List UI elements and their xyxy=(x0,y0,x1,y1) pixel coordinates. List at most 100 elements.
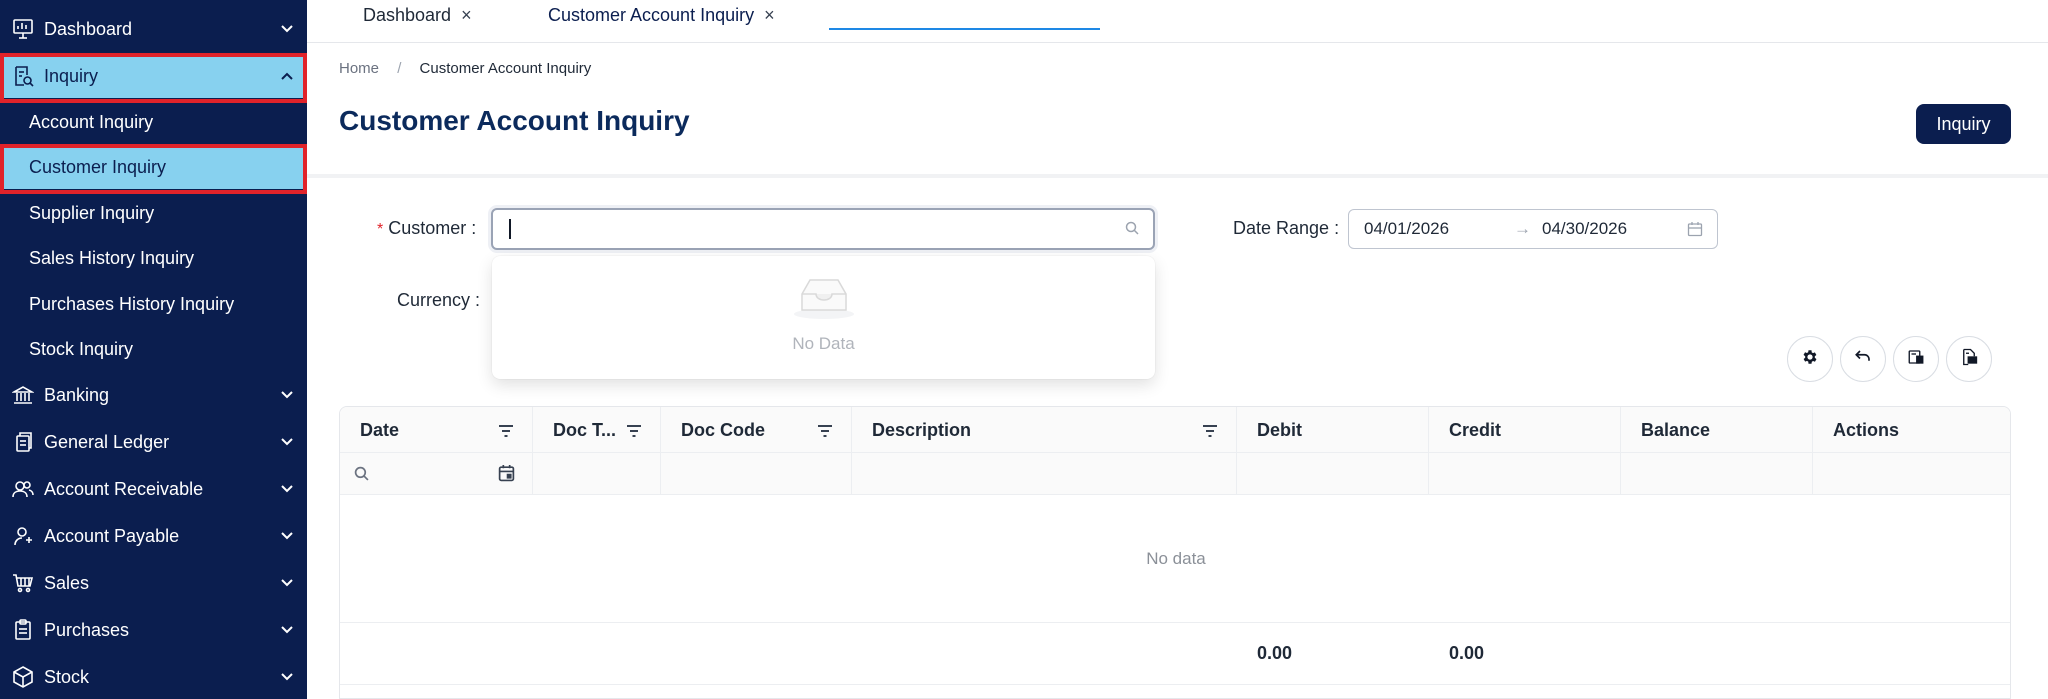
inquiry-button[interactable]: Inquiry xyxy=(1916,104,2011,144)
sidebar-item-stock[interactable]: Stock xyxy=(0,655,307,699)
sidebar-item-label: Stock xyxy=(44,666,90,687)
chevron-down-icon xyxy=(277,479,297,499)
filter-icon[interactable] xyxy=(626,422,642,443)
sidebar-item-inquiry[interactable]: Inquiry xyxy=(0,54,307,98)
filter-cell xyxy=(533,453,661,495)
column-header-description[interactable]: Description xyxy=(852,407,1237,453)
calendar-icon[interactable] xyxy=(1687,221,1703,242)
settings-button[interactable] xyxy=(1787,336,1833,382)
export-csv-button[interactable] xyxy=(1946,336,1992,382)
filter-cell xyxy=(1621,453,1813,495)
bank-icon xyxy=(10,382,36,408)
column-header-debit[interactable]: Debit xyxy=(1237,407,1429,453)
search-icon[interactable] xyxy=(354,466,369,486)
calendar-icon[interactable] xyxy=(498,464,515,487)
sidebar: Dashboard Inquiry Account Inquiry Custom… xyxy=(0,0,307,699)
gear-icon xyxy=(1801,348,1819,371)
sidebar-subitem-customer-inquiry[interactable]: Customer Inquiry xyxy=(0,145,307,189)
sidebar-item-general-ledger[interactable]: General Ledger xyxy=(0,420,307,464)
column-header-label: Date xyxy=(360,419,400,440)
customer-label-text: Customer : xyxy=(388,218,477,238)
table-empty-state: No data xyxy=(340,495,2010,623)
sidebar-subitem-sales-history-inquiry[interactable]: Sales History Inquiry xyxy=(0,236,307,280)
active-tab-indicator xyxy=(829,28,1100,30)
filter-cell xyxy=(661,453,852,495)
tab-label: Customer Account Inquiry xyxy=(548,4,755,25)
tab-bar: Dashboard × Customer Account Inquiry × xyxy=(307,0,2048,43)
totals-row: 0.00 0.00 xyxy=(340,623,2010,685)
filter-icon[interactable] xyxy=(1202,422,1218,443)
sidebar-subitem-label: Purchases History Inquiry xyxy=(29,293,235,314)
sidebar-item-account-receivable[interactable]: Account Receivable xyxy=(0,467,307,511)
customer-dropdown: No Data xyxy=(492,256,1155,379)
date-from-input[interactable]: 04/01/2026 xyxy=(1364,219,1449,239)
close-icon[interactable]: × xyxy=(461,5,472,26)
column-header-label: Credit xyxy=(1449,419,1502,440)
column-header-actions: Actions xyxy=(1813,407,2010,453)
cart-icon xyxy=(10,570,36,596)
sidebar-item-purchases[interactable]: Purchases xyxy=(0,608,307,652)
close-icon[interactable]: × xyxy=(764,5,775,26)
table-empty-text: No data xyxy=(1146,548,1206,568)
filter-cell xyxy=(1429,453,1621,495)
dashboard-chart-icon xyxy=(10,16,36,42)
breadcrumb-current: Customer Account Inquiry xyxy=(419,60,592,77)
arrow-right-icon: → xyxy=(1514,219,1531,238)
date-filter-cell[interactable] xyxy=(340,453,533,495)
ledger-icon xyxy=(10,429,36,455)
filter-cell xyxy=(1237,453,1429,495)
chevron-down-icon xyxy=(277,667,297,687)
breadcrumb: Home / Customer Account Inquiry xyxy=(339,60,591,77)
sidebar-item-account-payable[interactable]: Account Payable xyxy=(0,514,307,558)
sidebar-subitem-supplier-inquiry[interactable]: Supplier Inquiry xyxy=(0,191,307,235)
reset-button[interactable] xyxy=(1840,336,1886,382)
sidebar-item-sales[interactable]: Sales xyxy=(0,561,307,605)
clipboard-icon xyxy=(10,617,36,643)
sidebar-subitem-purchases-history-inquiry[interactable]: Purchases History Inquiry xyxy=(0,282,307,326)
filter-icon[interactable] xyxy=(498,422,514,443)
chevron-down-icon xyxy=(277,620,297,640)
column-header-doc-type[interactable]: Doc T... xyxy=(533,407,661,453)
chevron-down-icon xyxy=(277,19,297,39)
inquiry-search-doc-icon xyxy=(10,63,36,89)
column-header-doc-code[interactable]: Doc Code xyxy=(661,407,852,453)
sidebar-item-dashboard[interactable]: Dashboard xyxy=(0,7,307,51)
column-header-label: Actions xyxy=(1833,419,1900,440)
sidebar-item-banking[interactable]: Banking xyxy=(0,373,307,417)
sidebar-subitem-account-inquiry[interactable]: Account Inquiry xyxy=(0,100,307,144)
export-csv-icon xyxy=(1960,348,1978,371)
chevron-up-icon xyxy=(277,66,297,86)
tab-dashboard[interactable]: Dashboard × xyxy=(363,0,472,30)
table-header: Date Doc T... Doc Code Description Debit… xyxy=(340,407,2010,453)
customer-select-input[interactable] xyxy=(491,208,1155,250)
dropdown-empty-text: No Data xyxy=(792,334,855,353)
sidebar-subitem-stock-inquiry[interactable]: Stock Inquiry xyxy=(0,327,307,371)
page-title: Customer Account Inquiry xyxy=(339,105,690,136)
date-to-input[interactable]: 04/30/2026 xyxy=(1542,219,1627,239)
chevron-down-icon xyxy=(277,432,297,452)
filter-cell xyxy=(852,453,1237,495)
total-credit: 0.00 xyxy=(1449,643,1485,663)
column-header-date[interactable]: Date xyxy=(340,407,533,453)
breadcrumb-separator: / xyxy=(397,60,402,77)
sidebar-item-label: Dashboard xyxy=(44,18,133,39)
column-header-credit[interactable]: Credit xyxy=(1429,407,1621,453)
chevron-down-icon xyxy=(277,573,297,593)
sidebar-item-label: General Ledger xyxy=(44,431,170,452)
search-icon[interactable] xyxy=(1125,221,1141,237)
tab-customer-account-inquiry[interactable]: Customer Account Inquiry × xyxy=(548,0,775,30)
total-debit: 0.00 xyxy=(1257,643,1293,663)
sidebar-item-label: Account Payable xyxy=(44,525,180,546)
filter-row xyxy=(340,453,2010,495)
filter-icon[interactable] xyxy=(817,422,833,443)
export-sheet-icon xyxy=(1907,348,1925,371)
sidebar-item-label: Purchases xyxy=(44,619,130,640)
export-sheet-button[interactable] xyxy=(1893,336,1939,382)
breadcrumb-home[interactable]: Home xyxy=(339,60,379,77)
column-header-label: Balance xyxy=(1641,419,1711,440)
sidebar-subitem-label: Account Inquiry xyxy=(29,111,154,132)
filter-cell xyxy=(1813,453,2010,495)
tab-label: Dashboard xyxy=(363,4,452,25)
date-range-picker[interactable]: 04/01/2026 → 04/30/2026 xyxy=(1348,209,1718,249)
column-header-balance[interactable]: Balance xyxy=(1621,407,1813,453)
